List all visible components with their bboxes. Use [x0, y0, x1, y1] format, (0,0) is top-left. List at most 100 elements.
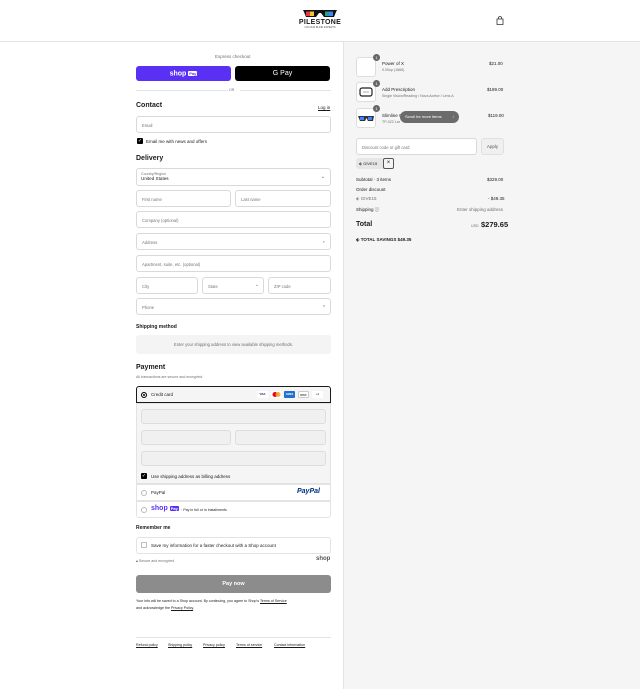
paypal-radio[interactable] — [141, 490, 147, 496]
total-savings: ⬖ TOTAL SAVINGS $49.35 — [356, 237, 412, 242]
visa-icon: VISA — [257, 391, 268, 398]
shipping-policy-link[interactable]: Shipping policy — [168, 643, 192, 647]
news-checkbox[interactable]: ✓ — [137, 138, 143, 144]
shipping-label: Shipping ⓘ — [356, 207, 380, 212]
chevron-down-icon: ⌄ — [254, 282, 259, 288]
card-cvv-field[interactable] — [235, 430, 326, 445]
refund-policy-link[interactable]: Refund policy — [136, 643, 158, 647]
card-number-field[interactable] — [141, 409, 326, 424]
product-price: $189.00 — [487, 87, 504, 92]
subtotal-label: Subtotal · 3 items — [356, 177, 392, 182]
quantity-badge: 1 — [373, 80, 380, 87]
tag-icon: ⬖ — [359, 161, 363, 166]
product-variant: Single Vision/Reading / Nova Acetor / Le… — [382, 94, 454, 98]
credit-card-option[interactable]: Credit card VISA AMEX DISC +4 — [136, 386, 331, 403]
subtotal-value: $329.00 — [487, 177, 504, 182]
discount-code-input[interactable]: Discount code or gift card — [356, 138, 477, 155]
shipping-method-placeholder: Enter your shipping address to view avai… — [136, 335, 331, 354]
product-thumbnail — [356, 108, 376, 128]
shopping-bag-icon[interactable] — [496, 16, 504, 25]
privacy-policy-link[interactable]: Privacy policy — [203, 643, 225, 647]
billing-address-checkbox[interactable]: ✓ — [141, 473, 147, 479]
scroll-tip-label: Scroll for more items — [405, 114, 442, 119]
secure-encrypted-note: 🔒︎ Secure and encrypted — [136, 559, 175, 563]
card-expiry-field[interactable] — [141, 430, 231, 445]
terms-of-service-link[interactable]: Terms of service — [236, 643, 262, 647]
total-value: $279.65 — [481, 220, 509, 229]
help-icon[interactable]: ? — [323, 304, 325, 309]
shop-pay-logo: shop Pay — [151, 505, 179, 512]
currency-code: USD — [471, 224, 479, 228]
apartment-field[interactable]: Apartment, suite, etc. (optional) — [136, 255, 331, 272]
phone-field[interactable]: Phone? — [136, 298, 331, 315]
privacy-link[interactable]: Privacy Policy — [171, 606, 193, 610]
zip-field[interactable]: ZIP code — [268, 277, 331, 294]
shop-logo: shop — [316, 556, 331, 562]
brand-name: PILESTONE — [298, 19, 342, 26]
info-icon[interactable]: ⓘ — [375, 207, 380, 212]
product-thumbnail — [356, 57, 376, 77]
product-variant: 0.00up (1866) — [382, 68, 405, 72]
login-link[interactable]: Log in — [318, 105, 330, 110]
chevron-down-icon: ⌄ — [320, 174, 325, 180]
remember-me-heading: Remember me — [136, 525, 171, 531]
shop-pay-label: shop — [169, 70, 187, 78]
shop-pay-option[interactable]: shop Pay · Pay in full or in installment… — [136, 501, 331, 518]
last-name-field[interactable]: Last name — [235, 190, 331, 207]
remove-discount-icon[interactable]: × — [383, 158, 394, 169]
card-details-panel: ✓ Use shipping address as billing addres… — [136, 403, 331, 484]
brand-tagline: COLOUR BLIND EXPERTS — [304, 26, 336, 29]
divider — [136, 90, 228, 91]
remember-me-label: Save my information for a faster checkou… — [151, 543, 276, 548]
billing-address-label: Use shipping address as billing address — [151, 474, 231, 479]
delivery-heading: Delivery — [136, 155, 164, 162]
credit-card-label: Credit card — [151, 392, 174, 397]
card-name-field[interactable] — [141, 451, 326, 466]
discount-value: - $49.35 — [488, 196, 505, 201]
amex-icon: AMEX — [284, 391, 295, 398]
credit-card-radio[interactable] — [141, 392, 147, 398]
payment-subtitle: All transactions are secure and encrypte… — [136, 375, 204, 379]
pay-now-button[interactable]: Pay now — [136, 575, 331, 593]
total-label: Total — [356, 221, 373, 228]
discount-tag-code: GIVE15 — [363, 161, 378, 166]
footer-divider — [136, 637, 331, 638]
brand-logo[interactable]: PILESTONE COLOUR BLIND EXPERTS — [298, 8, 342, 32]
remember-me-checkbox[interactable] — [141, 542, 147, 548]
product-variant: TP-022 Lar — [382, 120, 400, 124]
shop-pay-button[interactable]: shop Pay — [136, 66, 231, 81]
sunglasses-icon — [358, 116, 374, 121]
apply-discount-button[interactable]: Apply — [481, 138, 504, 155]
quantity-badge: 1 — [373, 105, 380, 112]
more-cards-icon: +4 — [312, 391, 323, 398]
address-field[interactable]: Address ⌕ — [136, 233, 331, 250]
shop-pay-radio[interactable] — [141, 507, 147, 513]
scroll-more-items-button[interactable]: Scroll for more items ↓ — [400, 111, 459, 123]
email-field[interactable]: Email — [136, 116, 331, 133]
contact-information-link[interactable]: Contact information — [274, 643, 305, 647]
paypal-option[interactable]: PayPal PayPal — [136, 484, 331, 501]
divider — [240, 90, 331, 91]
or-divider-label: OR — [229, 88, 235, 92]
paypal-logo: PayPal — [297, 488, 320, 495]
country-select[interactable]: Country/Region United States ⌄ — [136, 168, 331, 186]
contact-heading: Contact — [136, 102, 163, 109]
mastercard-icon — [271, 391, 282, 398]
paypal-label: PayPal — [151, 490, 166, 495]
header: PILESTONE COLOUR BLIND EXPERTS — [0, 0, 640, 42]
glasses-logo-icon — [303, 10, 337, 17]
discount-code-row: ⬖ GIVE15 — [356, 196, 377, 201]
product-name: Add Prescription — [382, 87, 416, 92]
discover-icon: DISC — [298, 391, 309, 398]
order-discount-label: Order discount — [356, 187, 386, 192]
state-select[interactable]: State ⌄ — [202, 277, 264, 294]
city-field[interactable]: City — [136, 277, 198, 294]
google-pay-button[interactable]: G Pay — [235, 66, 330, 81]
first-name-field[interactable]: First name — [136, 190, 231, 207]
express-checkout-title: Express checkout — [215, 54, 251, 59]
legal-text: Your info will be saved to a Shop accoun… — [136, 599, 287, 610]
terms-link[interactable]: Terms of Service — [260, 599, 287, 603]
shop-pay-installments-text: · Pay in full or in installments — [181, 508, 227, 512]
company-field[interactable]: Company (optional) — [136, 211, 331, 228]
payment-heading: Payment — [136, 364, 166, 371]
